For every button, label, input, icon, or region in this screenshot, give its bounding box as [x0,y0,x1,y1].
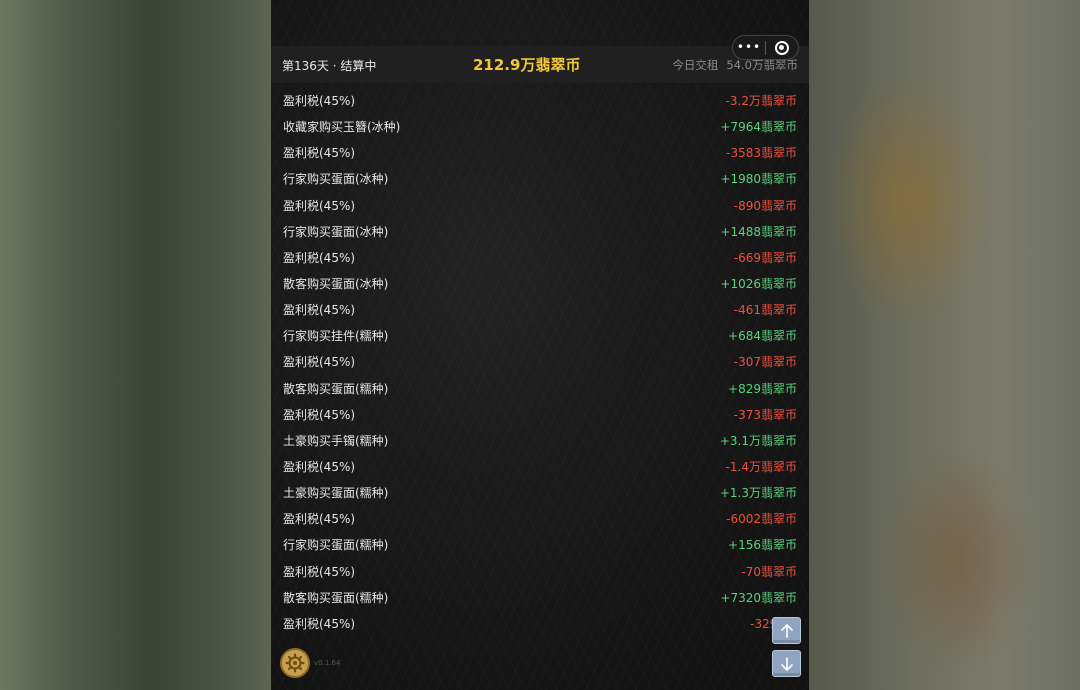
log-description: 土豪购买手镯(糯种) [283,433,389,448]
background-left [0,0,271,690]
log-row: 行家购买蛋面(冰种) +1980翡翠币 [271,167,809,193]
status-bar: 第136天 · 结算中 212.9万翡翠币 今日交租 54.0万翡翠币 [271,46,809,83]
log-row: 盈利税(45%) -890翡翠币 [271,194,809,220]
log-amount: +1026翡翠币 [720,276,797,291]
log-amount: +1.3万翡翠币 [719,486,797,501]
log-amount: -461翡翠币 [733,303,797,318]
log-amount: -70翡翠币 [741,564,797,579]
arrow-up-icon [780,623,793,638]
log-row: 盈利税(45%)-3293翡 [271,612,809,638]
log-row: 盈利税(45%) -461翡翠币 [271,298,809,324]
log-description: 土豪购买蛋面(糯种) [283,486,389,501]
log-description: 盈利税(45%) [283,564,356,579]
settings-gear-icon[interactable] [280,648,310,678]
log-amount: -6002翡翠币 [726,512,797,527]
log-amount: +1488翡翠币 [720,224,797,239]
log-description: 散客购买蛋面(糯种) [283,381,389,396]
log-description: 散客购买蛋面(糯种) [283,590,389,605]
day-status: 第136天 · 结算中 [282,59,377,73]
log-description: 盈利税(45%) [283,94,356,108]
log-row: 盈利税(45%) -307翡翠币 [271,350,809,376]
log-amount: -890翡翠币 [733,198,797,213]
log-amount: -1.4万翡翠币 [725,459,797,474]
log-description: 盈利税(45%) [283,250,356,265]
game-screen: 第136天 · 结算中 212.9万翡翠币 今日交租 54.0万翡翠币 ••• 盈… [271,0,809,690]
log-description: 盈利税(45%) [283,355,356,370]
log-row: 散客购买蛋面(糯种) +829翡翠币 [271,377,809,403]
log-row: 土豪购买手镯(糯种) +3.1万翡翠币 [271,429,809,455]
scroll-down-button[interactable] [772,650,801,677]
log-row: 盈利税(45%) -6002翡翠币 [271,507,809,533]
log-description: 盈利税(45%) [283,407,356,422]
more-icon[interactable]: ••• [733,36,765,59]
log-row: 土豪购买蛋面(糯种) +1.3万翡翠币 [271,481,809,507]
rent-value: 54.0万翡翠币 [726,58,798,72]
log-description: 盈利税(45%) [283,616,356,631]
log-row: 收藏家购买玉簪(冰种) +7964翡翠币 [271,115,809,141]
log-amount: -373翡翠币 [733,407,797,422]
log-row: 行家购买蛋面(糯种) +156翡翠币 [271,533,809,559]
log-description: 收藏家购买玉簪(冰种) [283,120,401,135]
arrow-down-icon [780,656,793,671]
mini-program-capsule: ••• [732,35,799,60]
log-amount: -3.2万翡翠币 [725,94,797,108]
log-amount: -3583翡翠币 [726,146,797,161]
log-amount: +3.1万翡翠币 [719,433,797,448]
log-description: 行家购买挂件(糯种) [283,329,389,344]
log-description: 散客购买蛋面(冰种) [283,276,389,291]
log-description: 行家购买蛋面(冰种) [283,172,389,187]
log-amount: +7964翡翠币 [720,120,797,135]
version-label: v0.1.64 [314,659,341,667]
log-amount: -669翡翠币 [733,250,797,265]
background-right [809,0,1080,690]
log-row: 盈利税(45%) -1.4万翡翠币 [271,455,809,481]
log-row: 散客购买蛋面(糯种) +7320翡翠币 [271,586,809,612]
log-row: 盈利税(45%) -3583翡翠币 [271,141,809,167]
log-row: 盈利税(45%) -669翡翠币 [271,246,809,272]
log-amount: +7320翡翠币 [720,590,797,605]
balance: 212.9万翡翠币 [473,56,581,74]
target-icon[interactable] [766,40,798,55]
log-description: 盈利税(45%) [283,303,356,318]
log-description: 盈利税(45%) [283,198,356,213]
log-amount: +1980翡翠币 [720,172,797,187]
log-row: 行家购买挂件(糯种) +684翡翠币 [271,324,809,350]
log-row: 盈利税(45%) -373翡翠币 [271,403,809,429]
log-amount: +684翡翠币 [728,329,797,344]
log-amount: -307翡翠币 [733,355,797,370]
transaction-log[interactable]: 盈利税(45%) -3.2万翡翠币 收藏家购买玉簪(冰种) +7964翡翠币 盈利税(4… [271,89,809,638]
scroll-up-button[interactable] [772,617,801,644]
log-row: 散客购买蛋面(冰种) +1026翡翠币 [271,272,809,298]
log-description: 盈利税(45%) [283,146,356,161]
log-description: 行家购买蛋面(糯种) [283,538,389,553]
log-description: 盈利税(45%) [283,459,356,474]
log-description: 行家购买蛋面(冰种) [283,224,389,239]
log-amount: +829翡翠币 [728,381,797,396]
log-row: 盈利税(45%) -70翡翠币 [271,560,809,586]
log-description: 盈利税(45%) [283,512,356,527]
log-row: 盈利税(45%) -3.2万翡翠币 [271,89,809,115]
log-row: 行家购买蛋面(冰种) +1488翡翠币 [271,220,809,246]
log-amount: +156翡翠币 [728,538,797,553]
rent-label: 今日交租 [672,58,719,72]
